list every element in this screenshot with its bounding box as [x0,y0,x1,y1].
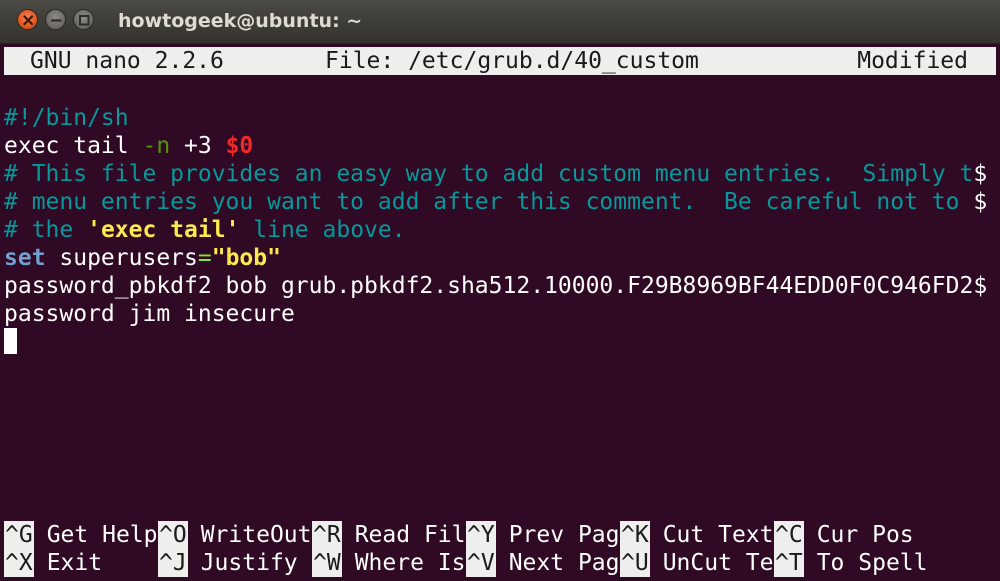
shortcut-get-help[interactable]: ^G Get Help [4,521,157,549]
shortcut-next-page[interactable]: ^V Next Pag [466,549,619,577]
shortcut-label: Read Fil [354,522,466,548]
shortcut-label: Justify [200,550,298,576]
editor-line-comment-2[interactable]: # menu entries you want to add after thi… [4,188,1000,216]
editor-line-set-superusers[interactable]: set superusers="bob" [4,244,1000,272]
code-token: $ [973,189,988,215]
code-token: #!/bin/sh [4,105,129,131]
editor-line-password-jim[interactable]: password jim insecure [4,300,1000,328]
shortcut-label: UnCut Te [662,550,774,576]
code-token: exec tail [4,133,143,159]
editor-line-comment-3[interactable]: # the 'exec tail' line above. [4,216,1000,244]
editor-line-exec-tail[interactable]: exec tail -n +3 $0 [4,132,1000,160]
code-token: superusers [45,245,198,271]
shortcut-writeout[interactable]: ^O WriteOut [158,521,311,549]
editor-line-comment-1[interactable]: # This file provides an easy way to add … [4,160,1000,188]
editor-line-password-pbkdf2[interactable]: password_pbkdf2 bob grub.pbkdf2.sha512.1… [4,272,1000,300]
minimize-button[interactable] [45,9,66,30]
shortcut-label: Cut Text [662,522,774,548]
shortcut-label: WriteOut [200,522,312,548]
shortcut-cur-pos[interactable]: ^C Cur Pos [774,521,914,549]
editor-line-shebang[interactable]: #!/bin/sh [4,104,1000,132]
maximize-icon [79,15,90,26]
code-token: # This file provides an easy way to add … [4,161,974,187]
terminal-area[interactable]: GNU nano 2.2.6 File: /etc/grub.d/40_cust… [0,47,1000,581]
code-token: $ [973,161,988,187]
code-token: +3 [170,133,226,159]
code-token: 'exec tail' [87,217,240,243]
shortcut-cut-text[interactable]: ^K Cut Text [620,521,773,549]
shortcut-key: ^V [466,549,496,577]
shortcut-key: ^C [774,521,804,549]
maximize-button[interactable] [73,9,94,30]
shortcut-label: Prev Pag [508,522,620,548]
nano-filename: File: /etc/grub.d/40_custom [325,48,699,74]
terminal-window: howtogeek@ubuntu: ~ GNU nano 2.2.6 File:… [0,0,1000,581]
shortcut-key: ^T [774,549,804,577]
shortcut-read-file[interactable]: ^R Read Fil [312,521,465,549]
minimize-icon [50,19,62,22]
title-bar[interactable]: howtogeek@ubuntu: ~ [0,0,1000,44]
code-token: # menu entries you want to add after thi… [4,189,974,215]
code-token: -n [142,133,171,159]
code-token: = [197,245,212,271]
shortcut-exit[interactable]: ^X Exit [4,549,102,577]
shortcut-key: ^U [620,549,650,577]
nano-version: GNU nano 2.2.6 [30,48,224,74]
shortcut-label: Where Is [354,550,466,576]
shortcut-key: ^G [4,521,34,549]
shortcut-label: Exit [46,550,103,576]
shortcut-bar-row-2: ^X Exit ^J Justify ^W Where Is ^V Next Pag ^U UnC… [4,549,1000,577]
shortcut-prev-page[interactable]: ^Y Prev Pag [466,521,619,549]
nano-header-bar: GNU nano 2.2.6 File: /etc/grub.d/40_cust… [4,47,996,75]
shortcut-uncut-text[interactable]: ^U UnCut Te [620,549,773,577]
shortcut-where-is[interactable]: ^W Where Is [312,549,465,577]
window-title: howtogeek@ubuntu: ~ [118,10,363,32]
code-token: $ [973,273,988,299]
shortcut-label: Next Pag [508,550,620,576]
code-token: password_pbkdf2 bob grub.pbkdf2.sha512.1… [4,273,974,299]
shortcut-bar-row-1: ^G Get Help ^O WriteOut ^R Read Fil ^Y Prev Pag… [4,521,1000,549]
code-token: line above. [239,217,406,243]
shortcut-justify[interactable]: ^J Justify [158,549,298,577]
code-token: # the [4,217,88,243]
shortcut-key: ^J [158,549,188,577]
code-token: password jim insecure [4,301,295,327]
shortcut-key: ^Y [466,521,496,549]
nano-modified-status: Modified [857,48,968,74]
close-icon [23,15,34,26]
close-button[interactable] [17,9,38,30]
code-token: "bob" [211,245,281,271]
shortcut-label: Get Help [46,522,158,548]
shortcut-to-spell[interactable]: ^T To Spell [774,549,927,577]
text-cursor [4,328,17,354]
shortcut-key: ^X [4,549,34,577]
shortcut-key: ^W [312,549,342,577]
shortcut-label: Cur Pos [816,522,914,548]
shortcut-label: To Spell [816,550,928,576]
shortcut-key: ^R [312,521,342,549]
shortcut-key: ^K [620,521,650,549]
shortcut-key: ^O [158,521,188,549]
code-token: $0 [225,133,254,159]
code-token: set [4,245,46,271]
